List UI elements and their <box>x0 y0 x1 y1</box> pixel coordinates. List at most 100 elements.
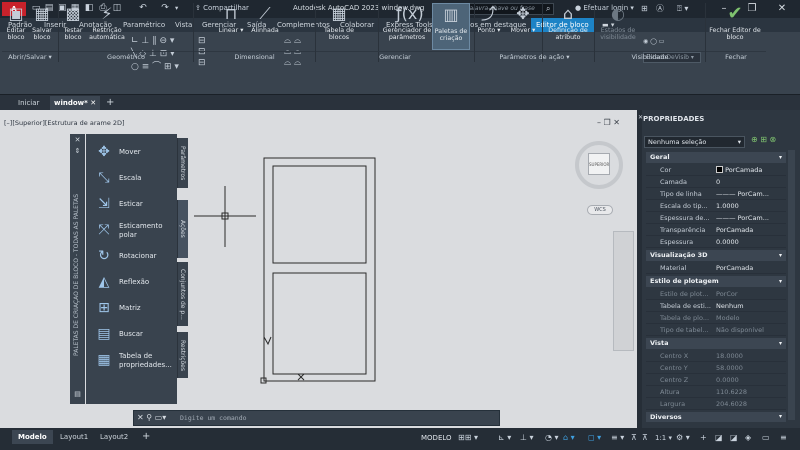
osnap-icon[interactable]: ◻ ▾ <box>588 431 601 445</box>
prop-row[interactable]: Centro Z 0.0000 <box>646 374 786 386</box>
tab-layout2[interactable]: Layout2 <box>100 430 128 444</box>
properties-title-strip[interactable] <box>637 110 642 428</box>
snap-icon[interactable]: ⊾ ▾ <box>498 431 511 445</box>
isometric-icon[interactable]: ⌂ ▾ <box>563 431 575 445</box>
ponto-button[interactable]: ⤴ Ponto ▾ <box>474 3 504 34</box>
model-space-button[interactable]: MODELO <box>421 431 452 445</box>
undo-icon[interactable]: ↶ <box>138 3 148 14</box>
panel-label-parametros-acao[interactable]: Parâmetros de ação ▾ <box>475 51 594 62</box>
prop-row[interactable]: Largura 204.6028 <box>646 398 786 410</box>
collapse-icon: ▾ <box>778 252 782 259</box>
help-icon[interactable]: ⍰ ▾ <box>677 3 688 14</box>
prop-row[interactable]: Espessura de... ——— PorCam... <box>646 212 786 224</box>
salvar-bloco-button[interactable]: ▦ Salvar bloco <box>29 3 55 41</box>
qat-menu-icon[interactable]: ▾ <box>175 3 178 14</box>
palette-autohide-icon[interactable]: ⇕ <box>73 147 82 156</box>
palette-tab-restricoes[interactable]: Restrições <box>177 332 188 378</box>
lower-pane[interactable] <box>272 272 367 375</box>
prop-row[interactable]: Estilo de plot... PorCor <box>646 288 786 300</box>
prop-row[interactable]: Tipo de tabel... Não disponível <box>646 324 786 336</box>
new-tab-icon[interactable]: + <box>106 96 114 110</box>
lineweight-icon[interactable]: ≡ ▾ <box>611 431 624 445</box>
prop-row[interactable]: Centro Y 58.0000 <box>646 362 786 374</box>
gerenciador-de-parametros-button[interactable]: ƒ(x) Gerenciador de parâmetros <box>382 3 432 41</box>
prop-row[interactable]: Tabela de esti... Nenhum <box>646 300 786 312</box>
prop-row[interactable]: Escala do tip... 1.0000 <box>646 200 786 212</box>
window-frame[interactable] <box>263 157 376 382</box>
definicao-de-atributo-button[interactable]: ⌂ Definição de atributo <box>546 3 590 41</box>
lock-icon: ⊓ <box>224 4 238 23</box>
scale-icon: ⤡ <box>98 170 110 186</box>
prop-row[interactable]: Centro X 18.0000 <box>646 350 786 362</box>
tab-vista[interactable]: Vista <box>174 18 193 32</box>
prop-value: 0 <box>716 178 721 186</box>
hardware-acceleration-icon[interactable]: ◪ <box>730 431 738 445</box>
upper-pane[interactable] <box>272 165 367 264</box>
command-input[interactable]: Digite um comando <box>180 413 495 424</box>
prop-row[interactable]: Espessura 0.0000 <box>646 236 786 248</box>
testar-bloco-button[interactable]: ▩ Testar bloco <box>60 3 86 41</box>
tab-layout1[interactable]: Layout1 <box>60 430 88 444</box>
estados-de-visibilidade-button[interactable]: ◐ Estados de visibilidade <box>596 3 640 41</box>
palette-tab-conjuntos[interactable]: Conjuntos de p... <box>177 262 188 326</box>
palette-close-icon[interactable]: ✕ <box>73 136 82 145</box>
autodesk-a-icon[interactable]: Ⓐ <box>656 3 664 14</box>
editar-bloco-button[interactable]: ▣ Editar bloco <box>3 3 29 41</box>
collapse-icon: ▾ <box>778 154 782 161</box>
mover-button[interactable]: ✥ Mover ▾ <box>508 3 538 34</box>
command-line-icons[interactable]: ✕ ⚲ ▭▾ <box>137 411 166 425</box>
prop-row[interactable]: Tipo de linha ——— PorCam... <box>646 188 786 200</box>
grid-icon[interactable]: ⊞⊞ ▾ <box>458 431 478 445</box>
selection-dropdown[interactable]: Nenhuma seleção ▾ <box>644 136 745 148</box>
section-estilo-de-plotagem[interactable]: Estilo de plotagem ▾ <box>646 276 786 287</box>
prop-row[interactable]: Cor PorCamada <box>646 164 786 176</box>
panel-label-abrir-salvar[interactable]: Abrir/Salvar ▾ <box>2 51 58 62</box>
annotation-visibility-icon[interactable]: ⊼ <box>642 431 648 445</box>
redo-icon[interactable]: ↷ <box>160 3 170 14</box>
prop-row[interactable]: Material PorCamada <box>646 262 786 274</box>
close-icon[interactable]: ✕ <box>771 1 793 17</box>
ortho-icon[interactable]: ⊥ ▾ <box>520 431 534 445</box>
polar-icon[interactable]: ◔ ▾ <box>545 431 559 445</box>
tabela-de-blocos-button[interactable]: ▦ Tabela de blocos <box>319 3 359 41</box>
annotation-scale-value[interactable]: 1:1 ▾ <box>655 431 672 445</box>
linear-button[interactable]: ⊓ Linear ▾ <box>216 3 246 34</box>
section-visualizacao-3d[interactable]: Visualização 3D ▾ <box>646 250 786 261</box>
alinhada-button[interactable]: ⟋ Alinhada <box>248 3 282 34</box>
fechar-editor-button[interactable]: ✔ Fechar Editor de bloco <box>706 3 764 41</box>
customization-menu-icon[interactable]: ≡ <box>780 431 787 445</box>
tab-window-dwg[interactable]: window* ✕ <box>50 96 101 110</box>
restricao-automatica-button[interactable]: ⚡ Restrição automática <box>88 3 126 41</box>
aligned-dimension-icon: ⟋ <box>259 4 271 23</box>
add-layout-icon[interactable]: + <box>142 430 150 444</box>
visibility-mode-icons[interactable]: ◉ ◯ ▭ <box>643 36 664 47</box>
paletas-de-criacao-button[interactable]: ▥ Paletas de criação <box>432 3 470 50</box>
properties-toolbar-icons[interactable]: ⊕ ⊞ ⊗ <box>751 135 776 144</box>
section-geral[interactable]: Geral ▾ <box>646 152 786 163</box>
annotation-scale-icon[interactable]: ⊼ <box>631 431 637 445</box>
isolate-objects-icon[interactable]: ◪ <box>715 431 723 445</box>
geometric-constraint-icons-row3[interactable]: ○ ≡ ⌒ ⊞ ▾ <box>131 62 179 73</box>
properties-scrollbar[interactable] <box>788 150 795 420</box>
palette-tab-acoes[interactable]: Ações <box>177 200 188 258</box>
prop-row[interactable]: Camada 0 <box>646 176 786 188</box>
clean-screen-icon[interactable]: ▭ <box>762 431 770 445</box>
section-vista[interactable]: Vista ▾ <box>646 338 786 349</box>
workspace-gear-icon[interactable]: ⚙ ▾ <box>676 431 690 445</box>
prop-row[interactable]: Altura 110.6228 <box>646 386 786 398</box>
prop-row[interactable]: Tabela de plo... Modelo <box>646 312 786 324</box>
cart-icon[interactable]: ⊞ <box>641 3 648 14</box>
plus-icon[interactable]: + <box>700 431 707 445</box>
tab-close-icon[interactable]: ✕ <box>90 99 96 107</box>
units-icon[interactable]: ◈ <box>745 431 751 445</box>
prop-row[interactable]: Transparência PorCamada <box>646 224 786 236</box>
tab-iniciar[interactable]: Iniciar <box>18 96 39 110</box>
section-diversos[interactable]: Diversos ▾ <box>646 412 786 422</box>
tab-parametrico[interactable]: Paramétrico <box>122 18 166 32</box>
geometric-constraint-icons-row1[interactable]: ∟ ⊥ ∥ ⊖ ▾ <box>131 36 174 47</box>
palette-item-label: Tabela de propriedades... <box>119 352 172 369</box>
palette-tab-parametros[interactable]: Parâmetros <box>177 138 188 188</box>
prop-value: ——— PorCam... <box>716 190 769 198</box>
tab-modelo[interactable]: Modelo <box>12 430 53 444</box>
palette-properties-icon[interactable]: ▤ <box>73 390 82 398</box>
